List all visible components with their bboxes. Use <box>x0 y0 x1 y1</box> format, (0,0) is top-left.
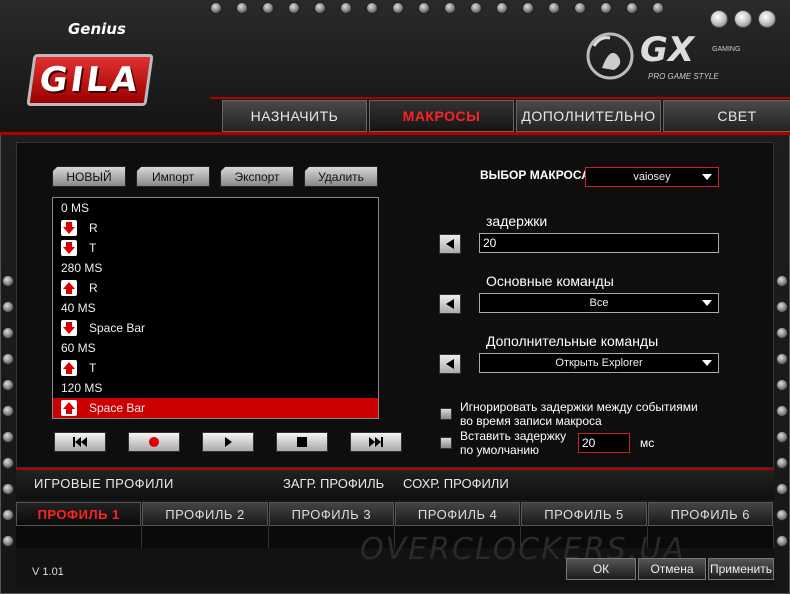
genius-logo: Genius <box>68 20 126 38</box>
skip-forward-icon <box>369 437 383 447</box>
list-item[interactable]: T <box>53 358 378 378</box>
list-item-label: 120 MS <box>61 381 103 395</box>
stop-button[interactable] <box>276 432 328 452</box>
key-down-icon <box>61 240 77 256</box>
ms-unit: мс <box>640 436 655 450</box>
default-delay-checkbox[interactable] <box>440 437 452 449</box>
new-macro-button[interactable]: НОВЫЙ <box>52 166 126 187</box>
delays-input[interactable]: 20 <box>479 233 719 253</box>
list-item-label: Space Bar <box>89 401 146 415</box>
profile-tab-3[interactable]: ПРОФИЛЬ 3 <box>268 502 394 526</box>
chevron-down-icon <box>702 300 712 306</box>
profile-tab-4[interactable]: ПРОФИЛЬ 4 <box>394 502 521 526</box>
arrow-left-icon <box>446 239 454 249</box>
extra-commands-left-button[interactable] <box>439 354 461 374</box>
apply-button[interactable]: Применить <box>708 558 774 580</box>
chevron-down-icon <box>702 360 712 366</box>
key-up-icon <box>61 280 77 296</box>
ok-button[interactable]: ОК <box>566 558 636 580</box>
profile-tab-5[interactable]: ПРОФИЛЬ 5 <box>521 502 647 526</box>
key-down-icon <box>61 320 77 336</box>
tab-macros[interactable]: МАКРОСЫ <box>369 100 514 132</box>
list-item[interactable]: Space Bar <box>53 398 378 418</box>
close-button[interactable] <box>758 10 776 28</box>
load-profile-button[interactable]: ЗАГР. ПРОФИЛЬ <box>283 476 384 491</box>
watermark: OVERCLOCKERS.UA <box>360 532 686 567</box>
main-tabs: НАЗНАЧИТЬ МАКРОСЫ ДОПОЛНИТЕЛЬНО СВЕТ <box>222 100 790 132</box>
list-item[interactable]: 120 MS <box>53 378 378 398</box>
list-item[interactable]: R <box>53 278 378 298</box>
header-divider <box>0 132 790 135</box>
gx-gaming-logo: GX GAMING PRO GAME STYLE <box>580 26 740 86</box>
right-screws <box>776 275 788 594</box>
top-screws <box>210 2 710 18</box>
skip-back-icon <box>73 437 87 447</box>
version-label: V 1.01 <box>32 566 64 578</box>
list-item-label: R <box>89 221 98 235</box>
import-button[interactable]: Импорт <box>136 166 210 187</box>
arrow-left-icon <box>446 359 454 369</box>
list-item-label: T <box>89 361 97 375</box>
tab-rail <box>210 97 790 99</box>
fast-forward-button[interactable] <box>350 432 402 452</box>
tab-advanced[interactable]: ДОПОЛНИТЕЛЬНО <box>516 100 661 132</box>
list-item-label: 40 MS <box>61 301 96 315</box>
record-button[interactable] <box>128 432 180 452</box>
export-button[interactable]: Экспорт <box>220 166 294 187</box>
list-item-label: T <box>89 241 97 255</box>
list-item[interactable]: 60 MS <box>53 338 378 358</box>
profile-tabs: ПРОФИЛЬ 1 ПРОФИЛЬ 2 ПРОФИЛЬ 3 ПРОФИЛЬ 4 … <box>16 502 774 526</box>
macro-select[interactable]: vaiosey <box>585 167 719 187</box>
default-delay-input[interactable]: 20 <box>578 433 630 453</box>
key-down-icon <box>61 220 77 236</box>
list-item[interactable]: R <box>53 218 378 238</box>
record-controls <box>54 432 402 452</box>
ignore-delays-label: Игнорировать задержки между событиями во… <box>460 400 698 428</box>
profile-tab-6[interactable]: ПРОФИЛЬ 6 <box>647 502 773 526</box>
extra-commands-label: Дополнительные команды <box>486 333 659 349</box>
list-item-label: 0 MS <box>61 201 90 215</box>
cancel-button[interactable]: Отмена <box>638 558 706 580</box>
left-screws <box>2 275 14 594</box>
stop-icon <box>297 437 307 447</box>
macro-select-label: ВЫБОР МАКРОСА <box>480 168 590 182</box>
rewind-button[interactable] <box>54 432 106 452</box>
scorpion-icon <box>586 32 634 80</box>
list-item-label: 60 MS <box>61 341 96 355</box>
delays-left-button[interactable] <box>439 234 461 254</box>
macro-event-list[interactable]: 0 MS R T 280 MS R 40 MS Space Bar 60 MS T 120 MS S… <box>52 197 379 419</box>
list-item[interactable]: 0 MS <box>53 198 378 218</box>
delays-label: задержки <box>486 213 548 229</box>
list-item-label: Space Bar <box>89 321 146 335</box>
profiles-title: ИГРОВЫЕ ПРОФИЛИ <box>34 476 174 491</box>
chevron-down-icon <box>702 174 712 180</box>
key-up-icon <box>61 360 77 376</box>
macro-action-buttons: НОВЫЙ Импорт Экспорт Удалить <box>52 166 378 187</box>
save-profiles-button[interactable]: СОХР. ПРОФИЛИ <box>403 476 509 491</box>
profile-tab-1[interactable]: ПРОФИЛЬ 1 <box>16 502 142 526</box>
play-button[interactable] <box>202 432 254 452</box>
list-item[interactable]: 280 MS <box>53 258 378 278</box>
ignore-delays-checkbox[interactable] <box>440 408 452 420</box>
tab-assign[interactable]: НАЗНАЧИТЬ <box>222 100 367 132</box>
basic-commands-label: Основные команды <box>486 273 614 289</box>
list-item[interactable]: T <box>53 238 378 258</box>
basic-commands-select[interactable]: Все <box>479 293 719 313</box>
profile-tab-2[interactable]: ПРОФИЛЬ 2 <box>142 502 268 526</box>
record-icon <box>149 437 159 447</box>
default-delay-label: Вставить задержку по умолчанию <box>460 429 567 457</box>
play-icon <box>225 437 232 447</box>
list-item[interactable]: 40 MS <box>53 298 378 318</box>
list-item[interactable]: Space Bar <box>53 318 378 338</box>
key-up-icon <box>61 400 77 416</box>
extra-commands-select[interactable]: Открыть Explorer <box>479 353 719 373</box>
delete-button[interactable]: Удалить <box>304 166 378 187</box>
gila-logo: GILA <box>26 54 154 106</box>
basic-commands-left-button[interactable] <box>439 294 461 314</box>
list-item-label: R <box>89 281 98 295</box>
list-item-label: 280 MS <box>61 261 103 275</box>
arrow-left-icon <box>446 299 454 309</box>
tab-light[interactable]: СВЕТ <box>663 100 790 132</box>
